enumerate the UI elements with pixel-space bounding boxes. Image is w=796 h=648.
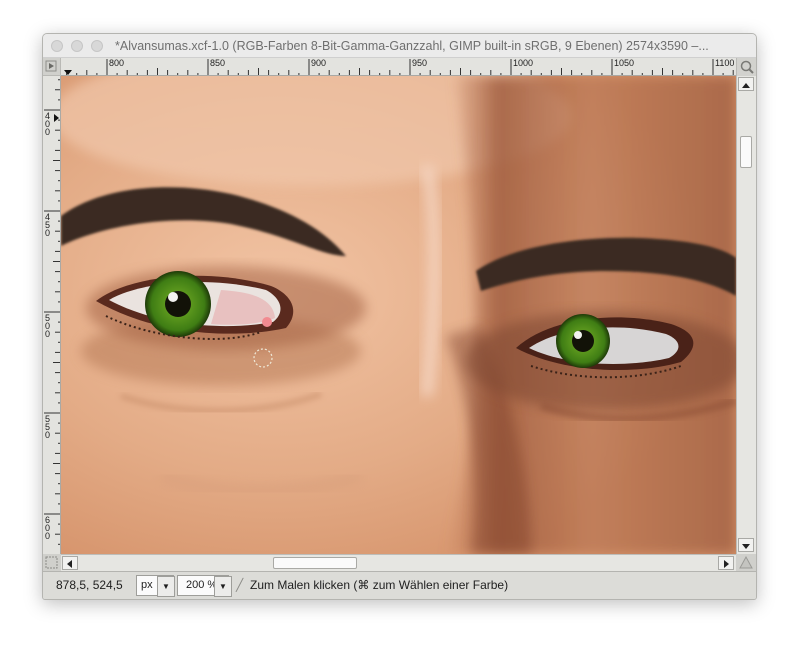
arrow-right-icon [724, 560, 729, 568]
close-window-button[interactable] [51, 40, 63, 52]
pointer-coordinates: 878,5, 524,5 [56, 578, 123, 592]
image-menu-button[interactable] [43, 58, 61, 76]
ruler-label-1050: 1050 [614, 58, 635, 68]
menu-arrow-icon [45, 60, 57, 72]
horizontal-ruler-ticks [66, 59, 734, 75]
vertical-ruler[interactable]: 400 450 500 550 600 [43, 76, 61, 554]
zoom-value: 200 % [186, 579, 218, 591]
pencil-icon: ╱ [236, 578, 244, 592]
scroll-down-button[interactable] [738, 538, 754, 552]
minimize-window-button[interactable] [71, 40, 83, 52]
status-bar: 878,5, 524,5 px ▼ 200 % ▼ ╱ Zum Malen kl… [43, 571, 756, 599]
scroll-right-button[interactable] [718, 556, 734, 570]
scroll-left-button[interactable] [62, 556, 78, 570]
horizontal-scroll-thumb[interactable] [273, 557, 357, 569]
face-painting [61, 76, 736, 554]
ruler-label-1000: 1000 [513, 58, 534, 68]
quick-mask-icon [45, 556, 58, 569]
ruler-label-950: 950 [412, 58, 428, 68]
status-message: Zum Malen klicken (⌘ zum Wählen einer Fa… [250, 578, 509, 592]
chevron-down-icon: ▼ [162, 582, 170, 591]
ruler-label-900: 900 [311, 58, 327, 68]
zoom-to-window-icon [739, 555, 753, 569]
unit-value: px [141, 579, 153, 591]
title-bar[interactable]: *Alvansumas.xcf-1.0 (RGB-Farben 8-Bit-Ga… [43, 34, 756, 58]
vertical-ruler-ticks: 4 0 0 4 5 0 5 0 0 5 5 0 6 0 0 [44, 79, 60, 545]
gimp-image-window: *Alvansumas.xcf-1.0 (RGB-Farben 8-Bit-Ga… [42, 33, 757, 600]
pointer-position-marker-icon [54, 114, 59, 122]
zoom-dropdown-button[interactable]: ▼ [214, 576, 232, 597]
zoom-window-button[interactable] [91, 40, 103, 52]
image-canvas[interactable] [61, 76, 736, 554]
quick-mask-toggle[interactable] [43, 554, 61, 571]
navigate-icon [740, 60, 754, 74]
vertical-ruler-label: 550 [45, 414, 50, 440]
ruler-label-1100: 1100 [715, 58, 735, 68]
zoom-to-window-button[interactable] [736, 554, 756, 571]
horizontal-ruler[interactable]: 800 850 900 950 1000 1050 1100 [61, 58, 736, 76]
unit-dropdown-button[interactable]: ▼ [157, 576, 175, 597]
vertical-ruler-label: 450 [45, 212, 50, 238]
vertical-ruler-label: 500 [45, 313, 50, 339]
arrow-down-icon [742, 544, 750, 549]
horizontal-scrollbar[interactable] [61, 554, 736, 571]
window-title: *Alvansumas.xcf-1.0 (RGB-Farben 8-Bit-Ga… [115, 39, 709, 53]
navigate-button[interactable] [736, 58, 756, 76]
ruler-label-800: 800 [109, 58, 125, 68]
vertical-ruler-label: 600 [45, 515, 50, 541]
vertical-ruler-label: 400 [45, 111, 50, 137]
vertical-scroll-thumb[interactable] [740, 136, 752, 168]
chevron-down-icon: ▼ [219, 582, 227, 591]
ruler-label-850: 850 [210, 58, 226, 68]
scroll-up-button[interactable] [738, 77, 754, 91]
arrow-up-icon [742, 83, 750, 88]
vertical-scrollbar[interactable] [736, 76, 756, 554]
arrow-left-icon [67, 560, 72, 568]
